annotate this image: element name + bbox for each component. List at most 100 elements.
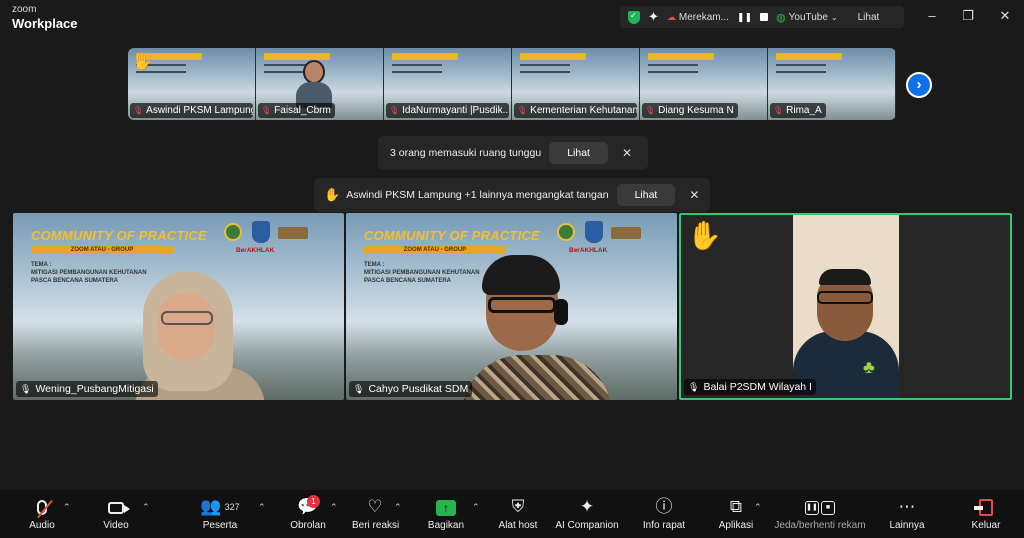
mic-muted-icon: 🎙 — [133, 106, 144, 115]
slide-subtitle-bar: ZOOM ATAU - GROUP — [364, 246, 506, 254]
participant-video — [462, 255, 612, 400]
close-icon[interactable]: ✕ — [995, 8, 1015, 24]
berakhlak-logo-text: BerAKHLAK — [569, 247, 608, 254]
thumbnail-name: 🎙 Kementerian Kehutanan — [514, 103, 637, 118]
berakhlak-logo-text: BerAKHLAK — [236, 247, 275, 254]
audio-label: Audio — [29, 520, 55, 531]
video-button[interactable]: Video — [96, 490, 136, 538]
close-icon[interactable]: ✕ — [689, 188, 699, 202]
slide-lines — [520, 64, 570, 73]
slide-subtitle-bar: ZOOM ATAU - GROUP — [31, 246, 173, 254]
chevron-up-icon[interactable]: ⌃ — [394, 502, 402, 513]
thumbnail-name: 🎙 Rima_A — [770, 103, 826, 118]
thumbnail-tile[interactable]: 🎙 Rima_A — [768, 48, 895, 120]
thumbnail-tile[interactable]: ✋ 🎙 Aswindi PKSM Lampung — [128, 48, 255, 120]
share-screen-icon: ↑ — [436, 499, 456, 516]
pause-recording-icon[interactable]: ❚❚ — [737, 12, 752, 23]
video-tile[interactable]: COMMUNITY OF PRACTICE ZOOM ATAU - GROUP … — [346, 213, 677, 400]
brand-name: Workplace — [12, 16, 78, 31]
chevron-up-icon[interactable]: ⌃ — [754, 502, 762, 513]
ai-companion-sparkle-icon[interactable]: ✦ — [648, 9, 659, 25]
ai-companion-button[interactable]: ✦ AI Companion — [555, 490, 619, 538]
raise-hand-toast: ✋ Aswindi PKSM Lampung +1 lainnya mengan… — [314, 178, 710, 212]
participant-strip: ✋ 🎙 Aswindi PKSM Lampung 🎙 Faisal_Cbrm 🎙 Id… — [128, 48, 896, 120]
slide-banner — [264, 53, 330, 60]
mic-muted-icon: 🎙 — [389, 106, 400, 115]
ministry-logo — [557, 223, 575, 241]
thumbnail-name: 🎙 Faisal_Cbrm — [258, 103, 335, 118]
recording-controls-button[interactable]: ❚❚ ■ Jeda/berhenti rekam — [772, 490, 868, 538]
chevron-up-icon[interactable]: ⌃ — [142, 502, 150, 513]
apps-button[interactable]: ⧉ Aplikasi — [716, 490, 756, 538]
chevron-up-icon[interactable]: ⌃ — [63, 502, 71, 513]
chevron-down-icon[interactable]: ⌄ — [831, 13, 838, 22]
mic-muted-icon: 🎙 — [517, 106, 528, 115]
chevron-right-icon[interactable]: › — [906, 72, 932, 98]
chevron-up-icon[interactable]: ⌃ — [330, 502, 338, 513]
thumbnail-tile[interactable]: 🎙 IdaNurmayanti |Pusdik... — [384, 48, 511, 120]
participants-button[interactable]: 👥 327 Peserta — [196, 490, 244, 538]
institution-logos: BerAKHLAK — [557, 221, 647, 257]
thumbnail-tile[interactable]: 🎙 Diang Kesuma N — [640, 48, 767, 120]
sparkle-icon: ✦ — [579, 497, 595, 516]
raised-hand-icon: ✋ — [132, 52, 154, 71]
restore-icon[interactable]: ❐ — [958, 8, 978, 24]
meeting-info-button[interactable]: ⓘ Info rapat — [641, 490, 687, 538]
slide-title: COMMUNITY OF PRACTICE — [31, 228, 207, 243]
share-button[interactable]: ↑ Bagikan — [426, 490, 466, 538]
slide-banner — [648, 53, 714, 60]
participant-name-label: 🎙 Cahyo Pusdikat SDM — [349, 381, 473, 397]
slide-theme: TEMA : MITIGASI PEMBANGUNAN KEHUTANAN PA… — [31, 261, 147, 285]
institution-logos: BerAKHLAK — [224, 221, 314, 257]
video-tile[interactable]: COMMUNITY OF PRACTICE ZOOM ATAU - GROUP … — [13, 213, 344, 400]
more-label: Lainnya — [889, 520, 925, 531]
security-shield-icon[interactable] — [628, 10, 640, 24]
view-button[interactable]: Lihat — [858, 12, 880, 23]
chat-button[interactable]: 💬 1 Obrolan — [288, 490, 328, 538]
participant-name-label: 🎙 Balai P2SDM Wilayah I — [684, 379, 816, 395]
thumbnail-tile[interactable]: 🎙 Kementerian Kehutanan — [512, 48, 639, 120]
slide-lines — [776, 64, 826, 73]
forestry-logo — [585, 221, 603, 243]
meeting-toolbar: Audio ⌃ Video ⌃ 👥 327 Peserta ⌃ 💬 1 Obrola… — [0, 490, 1024, 538]
stop-recording-icon[interactable] — [760, 13, 769, 21]
minimize-icon[interactable]: – — [922, 8, 942, 23]
host-tools-button[interactable]: ⛨ Alat host — [496, 490, 540, 538]
close-icon[interactable]: ✕ — [622, 146, 632, 160]
recording-icon: ☁ — [666, 11, 676, 22]
thumbnail-name: 🎙 Diang Kesuma N — [642, 103, 738, 118]
waiting-room-view-button[interactable]: Lihat — [549, 142, 608, 164]
active-speaker-tile[interactable]: ✋ ♣ 🎙 Balai P2SDM Wilayah I — [679, 213, 1012, 400]
app-logo: zoom Workplace — [12, 4, 78, 31]
heart-icon: ♡ — [367, 497, 383, 516]
apps-label: Aplikasi — [718, 520, 754, 531]
chevron-up-icon[interactable]: ⌃ — [258, 502, 266, 513]
stream-label[interactable]: YouTube — [789, 12, 828, 23]
mic-icon: 🎙 — [20, 384, 32, 394]
camera-icon — [108, 501, 130, 514]
chat-badge: 1 — [307, 495, 320, 508]
participants-icon: 👥 — [200, 497, 222, 516]
slide-banner — [392, 53, 458, 60]
mic-icon: 🎙 — [353, 384, 365, 394]
brand-small: zoom — [12, 4, 37, 15]
thumbnail-tile[interactable]: 🎙 Faisal_Cbrm — [256, 48, 383, 120]
ministry-logo — [224, 223, 242, 241]
apps-icon: ⧉ — [729, 497, 743, 516]
leave-button[interactable]: Keluar — [966, 490, 1006, 538]
reactions-button[interactable]: ♡ Beri reaksi — [352, 490, 399, 538]
video-label: Video — [103, 520, 129, 531]
mic-muted-icon: 🎙 — [773, 106, 784, 115]
recording-label: Jeda/berhenti rekam — [774, 520, 866, 531]
more-button[interactable]: ⋯ Lainnya — [886, 490, 928, 538]
chat-label: Obrolan — [290, 520, 326, 531]
leave-label: Keluar — [971, 520, 1001, 531]
slide-banner — [520, 53, 586, 60]
raise-hand-view-button[interactable]: Lihat — [616, 184, 676, 206]
forestry-logo — [252, 221, 270, 243]
mic-muted-icon: 🎙 — [261, 106, 272, 115]
chevron-up-icon[interactable]: ⌃ — [472, 502, 480, 513]
thumbnail-name: 🎙 Aswindi PKSM Lampung — [130, 103, 253, 118]
participants-label: Peserta — [202, 520, 238, 531]
audio-button[interactable]: Audio — [22, 490, 62, 538]
